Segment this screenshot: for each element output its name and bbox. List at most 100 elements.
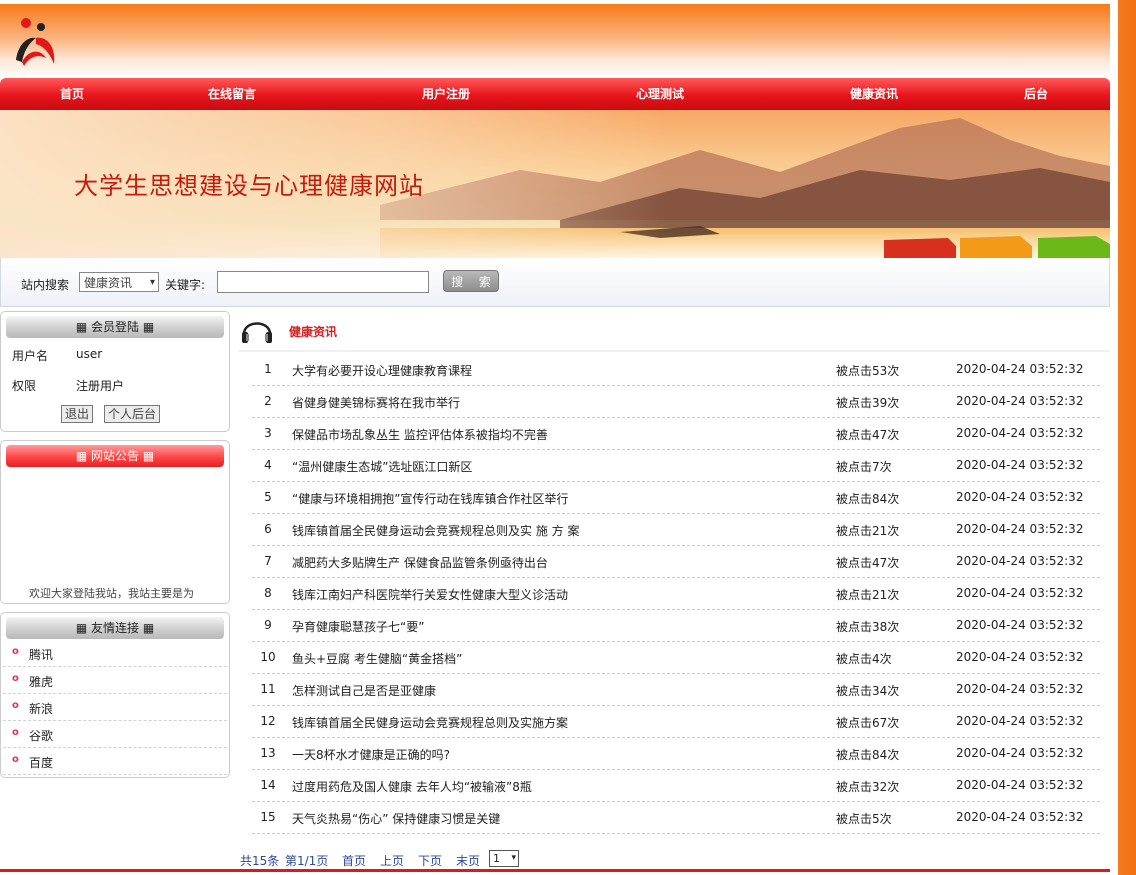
nav-register[interactable]: 用户注册: [422, 78, 470, 110]
table-row: 3 保健品市场乱象丛生 监控评估体系被指均不完善 被点击47次 2020-04-…: [252, 417, 1100, 450]
page: 首页 在线留言 用户注册 心理测试 健康资讯 后台 大学生思想建设与心理健康网站…: [0, 0, 1110, 875]
click-count: 被点击5次: [836, 812, 892, 826]
pager-prev[interactable]: 上页: [380, 852, 404, 869]
row-number: 15: [260, 810, 276, 824]
publish-date: 2020-04-24 03:52:32: [956, 618, 1084, 632]
page-select[interactable]: 1 ▾: [489, 850, 519, 867]
table-row: 4 “温州健康生态城”选址瓯江口新区 被点击7次 2020-04-24 03:5…: [252, 449, 1100, 482]
publish-date: 2020-04-24 03:52:32: [956, 682, 1084, 696]
username-value: user: [76, 347, 103, 361]
article-link[interactable]: 天气炎热易“伤心” 保持健康习惯是关键: [292, 810, 500, 827]
nav-home[interactable]: 首页: [60, 78, 84, 110]
publish-date: 2020-04-24 03:52:32: [956, 554, 1084, 568]
pager-next[interactable]: 下页: [418, 852, 442, 869]
content-header: 健康资讯: [238, 310, 1110, 352]
site-title: 大学生思想建设与心理健康网站: [74, 172, 424, 200]
category-select[interactable]: 健康资讯 ▾: [79, 272, 159, 292]
article-link[interactable]: 省健身健美锦标赛将在我市举行: [292, 394, 460, 411]
bullet-icon: o: [12, 754, 19, 765]
link-text[interactable]: 谷歌: [29, 727, 53, 744]
nav-test[interactable]: 心理测试: [636, 78, 684, 110]
publish-date: 2020-04-24 03:52:32: [956, 522, 1084, 536]
click-count: 被点击32次: [836, 780, 900, 794]
link-item[interactable]: o 腾讯: [3, 640, 227, 667]
login-panel-header: ▦ 会员登陆 ▦: [6, 316, 224, 338]
article-link[interactable]: “温州健康生态城”选址瓯江口新区: [292, 458, 472, 475]
link-item[interactable]: o 雅虎: [3, 667, 227, 694]
link-item[interactable]: o 新浪: [3, 694, 227, 721]
grid-icon: ▦: [139, 449, 155, 463]
grid-icon: ▦: [139, 621, 155, 635]
row-number: 6: [264, 522, 272, 536]
table-row: 5 “健康与环境相拥抱”宣传行动在钱库镇合作社区举行 被点击84次 2020-0…: [252, 481, 1100, 514]
article-link[interactable]: 过度用药危及国人健康 去年人均“被输液”8瓶: [292, 778, 532, 795]
table-row: 9 孕育健康聪慧孩子七“要” 被点击38次 2020-04-24 03:52:3…: [252, 609, 1100, 642]
bullet-icon: o: [12, 700, 19, 711]
login-panel: ▦ 会员登陆 ▦ 用户名 user 权限 注册用户 退出 个人后台: [0, 311, 230, 432]
row-number: 5: [264, 490, 272, 504]
link-text[interactable]: 新浪: [29, 700, 53, 717]
pager-total: 共15条: [240, 854, 280, 868]
article-link[interactable]: 钱库镇首届全民健身运动会竞赛规程总则及实 施 方 案: [292, 522, 579, 539]
links-title: 友情连接: [90, 621, 139, 635]
publish-date: 2020-04-24 03:52:32: [956, 586, 1084, 600]
headphone-icon: [242, 322, 272, 343]
row-number: 9: [264, 618, 272, 632]
notice-title: 网站公告: [90, 449, 139, 463]
friend-links-panel: ▦ 友情连接 ▦ o 腾讯 o 雅虎 o 新浪 o 谷歌 o 百度: [0, 612, 230, 778]
row-number: 7: [264, 554, 272, 568]
pager-first[interactable]: 首页: [342, 852, 366, 869]
table-row: 11 怎样测试自己是否是亚健康 被点击34次 2020-04-24 03:52:…: [252, 673, 1100, 706]
publish-date: 2020-04-24 03:52:32: [956, 746, 1084, 760]
logout-button[interactable]: 退出: [61, 405, 94, 423]
article-link[interactable]: 钱库江南妇产科医院举行关爱女性健康大型义诊活动: [292, 586, 568, 603]
username-label: 用户名: [12, 349, 49, 363]
chevron-down-icon: ▾: [511, 853, 516, 863]
table-row: 10 鱼头+豆腐 考生健脑“黄金搭档” 被点击4次 2020-04-24 03:…: [252, 641, 1100, 674]
click-count: 被点击34次: [836, 684, 900, 698]
table-row: 6 钱库镇首届全民健身运动会竞赛规程总则及实 施 方 案 被点击21次 2020…: [252, 513, 1100, 546]
article-link[interactable]: 大学有必要开设心理健康教育课程: [292, 362, 472, 379]
table-row: 12 钱库镇首届全民健身运动会竞赛规程总则及实施方案 被点击67次 2020-0…: [252, 705, 1100, 738]
grid-icon: ▦: [75, 449, 91, 463]
article-link[interactable]: 一天8杯水才健康是正确的吗?: [292, 746, 450, 763]
keyword-input[interactable]: [217, 271, 429, 293]
personal-backend-button[interactable]: 个人后台: [104, 405, 161, 423]
banner: 大学生思想建设与心理健康网站: [0, 110, 1110, 258]
grid-icon: ▦: [139, 320, 155, 334]
pager-last[interactable]: 末页: [456, 852, 480, 869]
search-button[interactable]: 搜 索: [443, 270, 499, 292]
nav-health[interactable]: 健康资讯: [850, 78, 898, 110]
login-title: 会员登陆: [90, 320, 139, 334]
table-row: 15 天气炎热易“伤心” 保持健康习惯是关键 被点击5次 2020-04-24 …: [252, 801, 1100, 834]
link-item[interactable]: o 百度: [3, 748, 227, 775]
nav-admin[interactable]: 后台: [1024, 78, 1048, 110]
click-count: 被点击4次: [836, 652, 892, 666]
grid-icon: ▦: [75, 320, 91, 334]
publish-date: 2020-04-24 03:52:32: [956, 362, 1084, 376]
logo-icon: [16, 18, 55, 66]
article-link[interactable]: “健康与环境相拥抱”宣传行动在钱库镇合作社区举行: [292, 490, 568, 507]
article-link[interactable]: 怎样测试自己是否是亚健康: [292, 682, 436, 699]
header: [0, 4, 1110, 78]
publish-date: 2020-04-24 03:52:32: [956, 458, 1084, 472]
table-row: 7 减肥药大多贴牌生产 保健食品监管条例亟待出台 被点击47次 2020-04-…: [252, 545, 1100, 578]
article-link[interactable]: 钱库镇首届全民健身运动会竞赛规程总则及实施方案: [292, 714, 568, 731]
row-number: 2: [264, 394, 272, 408]
article-link[interactable]: 鱼头+豆腐 考生健脑“黄金搭档”: [292, 650, 462, 667]
article-link[interactable]: 减肥药大多贴牌生产 保健食品监管条例亟待出台: [292, 554, 548, 571]
link-text[interactable]: 腾讯: [29, 646, 53, 663]
main-nav: 首页 在线留言 用户注册 心理测试 健康资讯 后台: [0, 78, 1110, 110]
article-link[interactable]: 孕育健康聪慧孩子七“要”: [292, 618, 424, 635]
article-link[interactable]: 保健品市场乱象丛生 监控评估体系被指均不完善: [292, 426, 548, 443]
click-count: 被点击53次: [836, 364, 900, 378]
footer-line: [0, 869, 1110, 872]
row-number: 10: [260, 650, 276, 664]
link-text[interactable]: 雅虎: [29, 673, 53, 690]
notice-panel: ▦ 网站公告 ▦ 欢迎大家登陆我站，我站主要是为: [0, 440, 230, 604]
publish-date: 2020-04-24 03:52:32: [956, 426, 1084, 440]
link-item[interactable]: o 谷歌: [3, 721, 227, 748]
link-text[interactable]: 百度: [29, 754, 53, 771]
click-count: 被点击38次: [836, 620, 900, 634]
nav-message[interactable]: 在线留言: [208, 78, 256, 110]
